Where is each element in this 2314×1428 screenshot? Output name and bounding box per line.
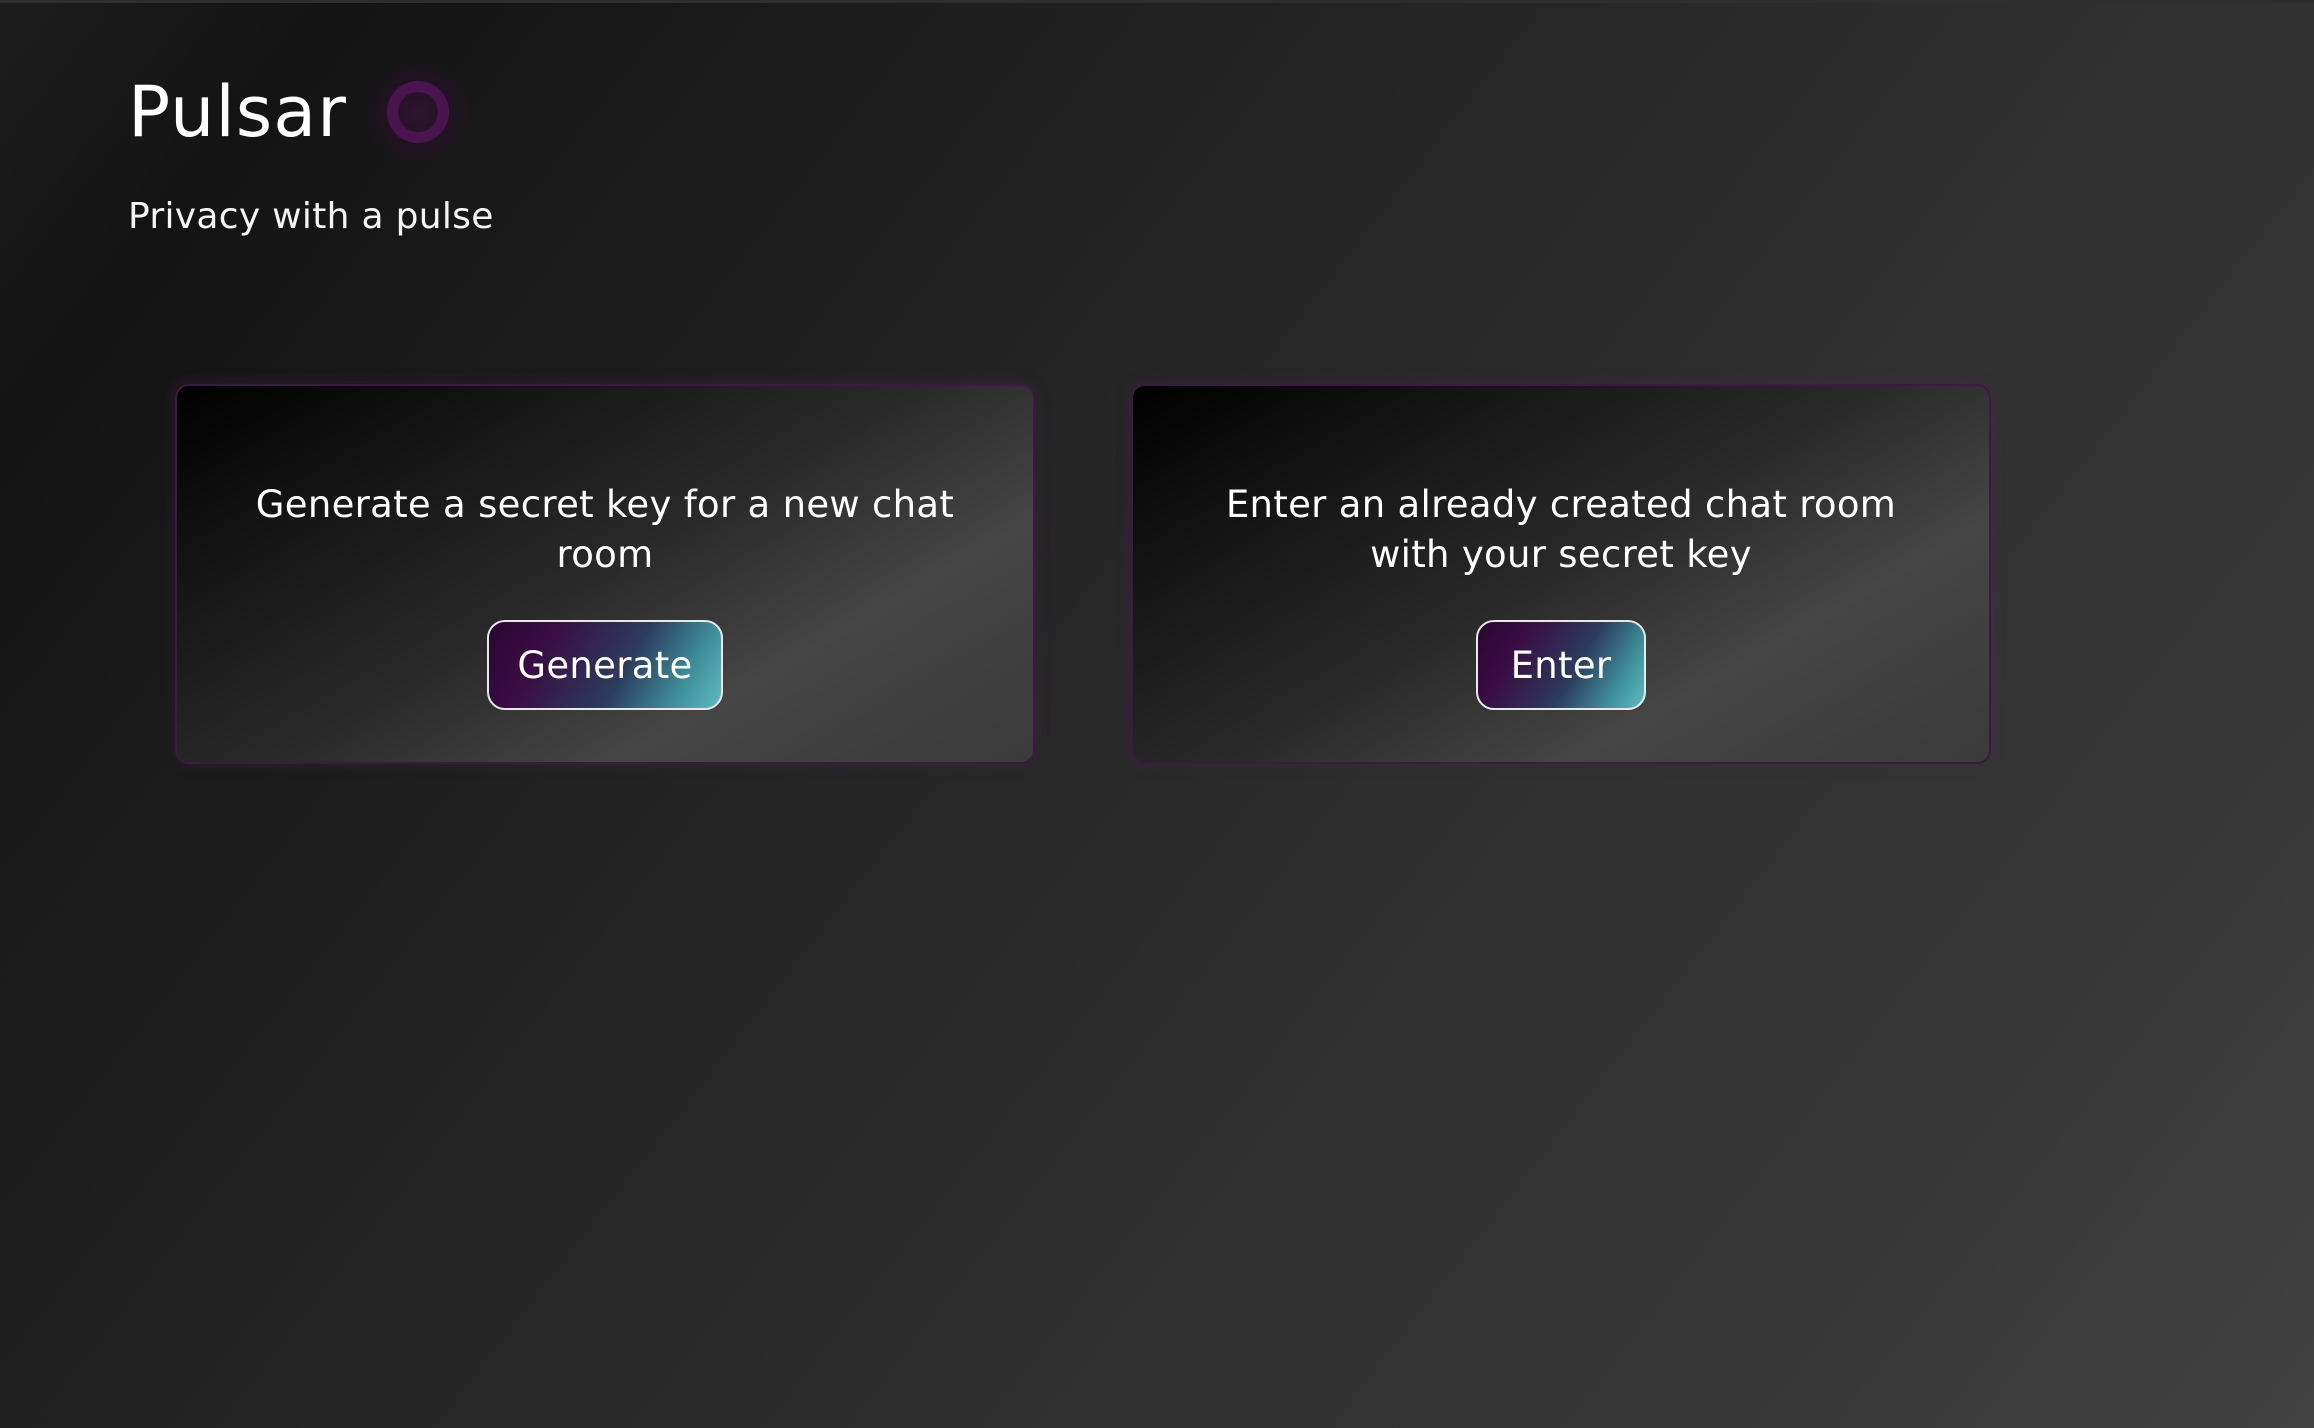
enter-button[interactable]: Enter [1476, 620, 1646, 710]
pulse-ring-icon [363, 57, 473, 167]
generate-button[interactable]: Generate [487, 620, 723, 710]
app-header: Pulsar Privacy with a pulse [128, 57, 494, 237]
enter-room-card: Enter an already created chat room with … [1131, 384, 1991, 764]
pulse-ring [386, 81, 449, 143]
enter-room-description: Enter an already created chat room with … [1225, 483, 1897, 576]
tagline: Privacy with a pulse [128, 196, 494, 237]
app-title: Pulsar [128, 71, 347, 153]
top-border [0, 0, 2314, 3]
generate-key-card: Generate a secret key for a new chat roo… [175, 384, 1035, 764]
generate-key-description: Generate a secret key for a new chat roo… [255, 483, 955, 576]
title-row: Pulsar [128, 57, 494, 167]
